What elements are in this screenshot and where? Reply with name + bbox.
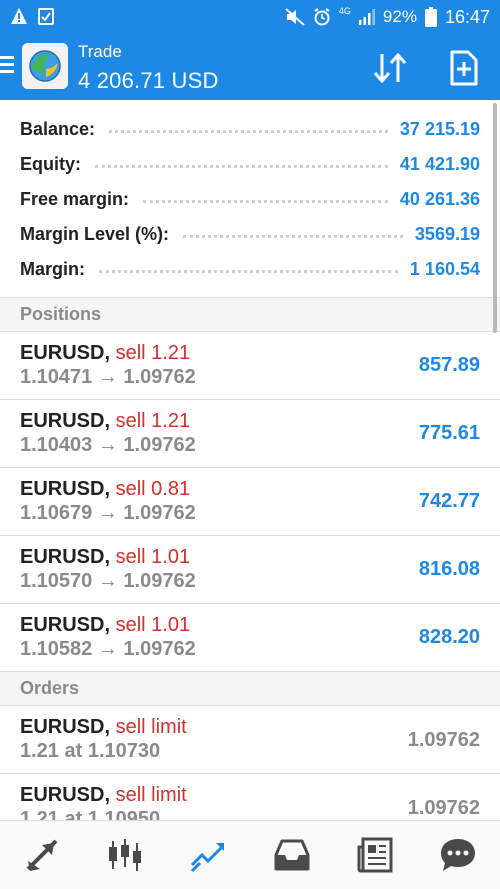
quotes-icon (26, 839, 58, 871)
order-row[interactable]: EURUSD, sell limit 1.21 at 1.10730 1.097… (0, 706, 500, 774)
order-price: 1.09762 (407, 729, 480, 751)
alarm-icon (314, 8, 330, 26)
summary-row-margin: Margin: 1 160.54 (0, 252, 500, 287)
nav-chat[interactable] (417, 821, 500, 889)
order-direction: sell limit (115, 716, 187, 738)
position-direction: sell 1.01 (115, 546, 191, 568)
dotted-leader (95, 165, 388, 168)
status-indicators: 4G 92% 16:47 (285, 6, 490, 28)
metatrader-logo (22, 43, 68, 89)
account-summary: Balance: 37 215.19 Equity: 41 421.90 Fre… (0, 100, 500, 298)
account-profit: 4 206.71 USD (78, 68, 219, 93)
position-profit: 857.89 (418, 354, 480, 376)
summary-value: 37 215.19 (399, 119, 480, 139)
status-bar: 4G 92% 16:47 (0, 0, 500, 34)
page-title: Trade (78, 42, 122, 61)
position-profit: 775.61 (418, 422, 480, 444)
dotted-leader (109, 130, 388, 133)
order-symbol: EURUSD, (20, 716, 111, 738)
position-direction: sell 1.21 (115, 410, 191, 432)
position-symbol: EURUSD, (20, 342, 111, 364)
signal-icon (358, 9, 375, 25)
summary-label: Balance: (20, 119, 96, 139)
orders-header: Orders (0, 672, 500, 706)
position-row[interactable]: EURUSD, sell 1.01 1.10582 → 1.09762 828.… (0, 604, 500, 672)
summary-value: 1 160.54 (409, 259, 480, 279)
scrollbar[interactable] (493, 103, 497, 333)
clock: 16:47 (444, 7, 490, 27)
sort-arrows-icon[interactable] (370, 48, 410, 88)
order-price: 1.09762 (407, 797, 480, 819)
chart-icon (108, 839, 141, 871)
position-symbol: EURUSD, (20, 410, 111, 432)
trade-icon (191, 843, 225, 873)
battery-icon (424, 7, 437, 27)
summary-row-balance: Balance: 37 215.19 (0, 112, 500, 147)
warning-icon (11, 8, 27, 24)
position-direction: sell 1.21 (115, 342, 191, 364)
order-direction: sell limit (115, 784, 187, 806)
summary-row-equity: Equity: 41 421.90 (0, 147, 500, 182)
position-symbol: EURUSD, (20, 546, 111, 568)
chat-icon (441, 839, 476, 871)
history-icon (274, 839, 310, 871)
summary-value: 40 261.36 (399, 189, 480, 209)
position-profit: 828.20 (418, 626, 480, 648)
summary-row-margin-level: Margin Level (%): 3569.19 (0, 217, 500, 252)
position-prices: 1.10471 → 1.09762 (20, 366, 196, 388)
position-row[interactable]: EURUSD, sell 1.01 1.10570 → 1.09762 816.… (0, 536, 500, 604)
nav-news[interactable] (333, 821, 416, 889)
position-profit: 816.08 (418, 558, 480, 580)
position-prices: 1.10582 → 1.09762 (20, 638, 196, 660)
position-profit: 742.77 (418, 490, 480, 512)
trade-content: Balance: 37 215.19 Equity: 41 421.90 Fre… (0, 100, 500, 820)
order-detail: 1.21 at 1.10950 (20, 808, 161, 820)
position-row[interactable]: EURUSD, sell 0.81 1.10679 → 1.09762 742.… (0, 468, 500, 536)
position-direction: sell 0.81 (115, 478, 191, 500)
positions-header: Positions (0, 298, 500, 332)
order-symbol: EURUSD, (20, 784, 111, 806)
summary-label: Equity: (20, 154, 81, 174)
bottom-nav (0, 820, 500, 889)
summary-value: 3569.19 (414, 224, 480, 244)
position-prices: 1.10570 → 1.09762 (20, 570, 196, 592)
position-row[interactable]: EURUSD, sell 1.21 1.10471 → 1.09762 857.… (0, 332, 500, 400)
clipboard-check-icon (38, 8, 54, 25)
summary-label: Margin: (20, 259, 85, 279)
battery-level: 92% (382, 7, 417, 26)
nav-quotes[interactable] (0, 821, 83, 889)
mute-icon (285, 8, 305, 26)
order-row[interactable]: EURUSD, sell limit 1.21 at 1.10950 1.097… (0, 774, 500, 820)
dotted-leader (143, 200, 388, 203)
position-prices: 1.10403 → 1.09762 (20, 434, 196, 456)
news-icon (357, 837, 393, 873)
nav-history[interactable] (250, 821, 333, 889)
nav-trade[interactable] (167, 821, 250, 889)
menu-button[interactable] (0, 52, 16, 82)
dotted-leader (99, 270, 398, 273)
summary-label: Free margin: (20, 189, 130, 209)
summary-value: 41 421.90 (399, 154, 480, 174)
order-detail: 1.21 at 1.10730 (20, 740, 161, 762)
position-prices: 1.10679 → 1.09762 (20, 502, 196, 524)
dotted-leader (183, 235, 403, 238)
network-type: 4G (338, 6, 351, 16)
summary-label: Margin Level (%): (20, 224, 170, 244)
position-direction: sell 1.01 (115, 614, 191, 636)
position-row[interactable]: EURUSD, sell 1.21 1.10403 → 1.09762 775.… (0, 400, 500, 468)
position-symbol: EURUSD, (20, 478, 111, 500)
app-bar: Trade 4 206.71 USD (0, 34, 500, 100)
new-order-icon[interactable] (444, 48, 484, 88)
nav-chart[interactable] (83, 821, 166, 889)
status-notifications (10, 7, 54, 25)
summary-row-free-margin: Free margin: 40 261.36 (0, 182, 500, 217)
position-symbol: EURUSD, (20, 614, 111, 636)
